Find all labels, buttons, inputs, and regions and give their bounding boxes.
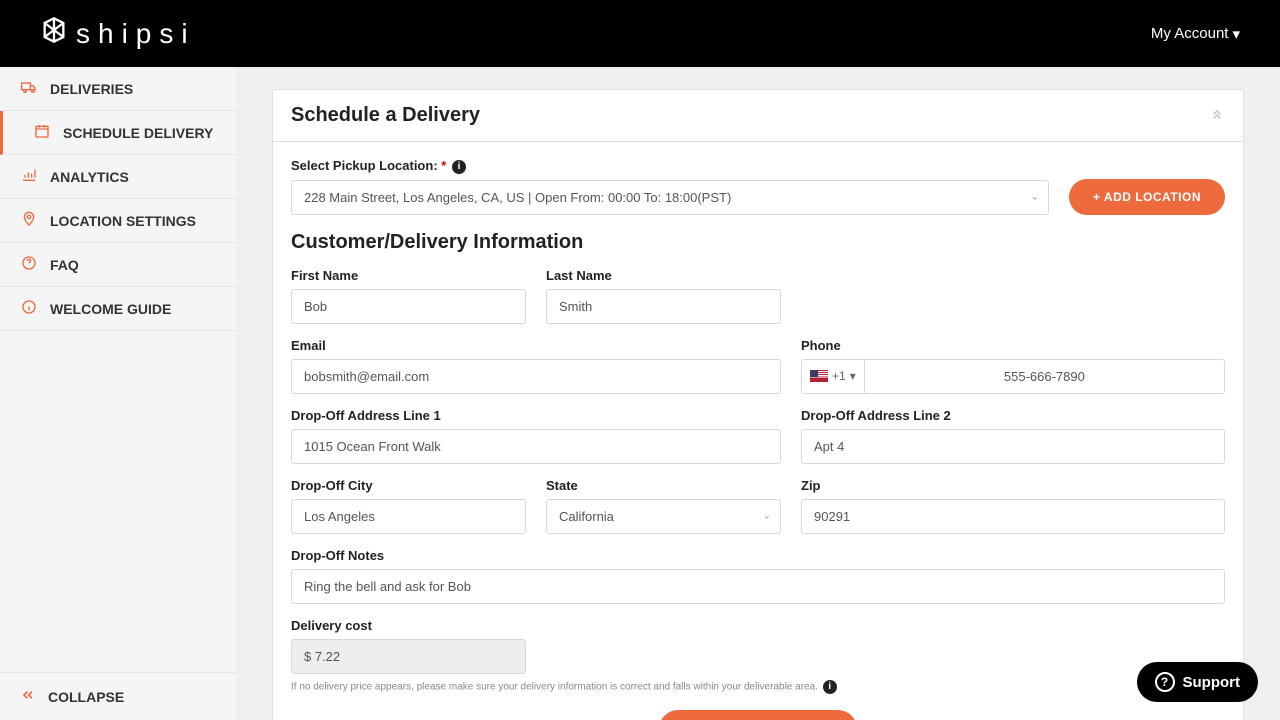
sidebar-item-analytics[interactable]: ANALYTICS bbox=[0, 155, 236, 199]
cost-label: Delivery cost bbox=[291, 618, 526, 633]
notes-label: Drop-Off Notes bbox=[291, 548, 1225, 563]
question-icon bbox=[20, 255, 38, 274]
email-input[interactable] bbox=[291, 359, 781, 394]
last-name-label: Last Name bbox=[546, 268, 781, 283]
sidebar-item-label: WELCOME GUIDE bbox=[50, 301, 171, 317]
sidebar-item-faq[interactable]: FAQ bbox=[0, 243, 236, 287]
cost-display bbox=[291, 639, 526, 674]
calendar-icon bbox=[33, 123, 51, 142]
support-icon: ? bbox=[1155, 672, 1175, 692]
address2-label: Drop-Off Address Line 2 bbox=[801, 408, 1225, 423]
required-asterisk: * bbox=[441, 158, 446, 173]
address1-label: Drop-Off Address Line 1 bbox=[291, 408, 781, 423]
pickup-location-select[interactable] bbox=[291, 180, 1049, 215]
zip-label: Zip bbox=[801, 478, 1225, 493]
truck-icon bbox=[20, 79, 38, 98]
pin-icon bbox=[20, 211, 38, 230]
add-location-button[interactable]: + ADD LOCATION bbox=[1069, 179, 1225, 215]
card-header: Schedule a Delivery bbox=[273, 90, 1243, 142]
logo: shipsi bbox=[40, 16, 196, 51]
notes-input[interactable] bbox=[291, 569, 1225, 604]
schedule-delivery-button[interactable]: SCHEDULE DELIVERY bbox=[659, 710, 856, 720]
logo-text: shipsi bbox=[76, 18, 196, 50]
info-icon[interactable]: i bbox=[452, 160, 466, 174]
support-label: Support bbox=[1183, 674, 1241, 691]
chart-icon bbox=[20, 167, 38, 186]
cost-hint: If no delivery price appears, please mak… bbox=[291, 680, 1225, 695]
schedule-card: Schedule a Delivery Select Pickup Locati… bbox=[272, 89, 1244, 720]
sidebar-item-welcome-guide[interactable]: WELCOME GUIDE bbox=[0, 287, 236, 331]
sidebar-item-label: LOCATION SETTINGS bbox=[50, 213, 196, 229]
support-button[interactable]: ? Support bbox=[1137, 662, 1259, 702]
phone-prefix-text: +1 bbox=[832, 369, 846, 383]
pickup-location-label: Select Pickup Location: * i bbox=[291, 158, 1049, 174]
first-name-label: First Name bbox=[291, 268, 526, 283]
main-content: Schedule a Delivery Select Pickup Locati… bbox=[236, 67, 1280, 720]
address1-input[interactable] bbox=[291, 429, 781, 464]
first-name-input[interactable] bbox=[291, 289, 526, 324]
collapse-sidebar-button[interactable]: COLLAPSE bbox=[0, 672, 236, 720]
sidebar-item-location-settings[interactable]: LOCATION SETTINGS bbox=[0, 199, 236, 243]
us-flag-icon bbox=[810, 370, 828, 382]
chevrons-left-icon bbox=[20, 687, 36, 706]
city-input[interactable] bbox=[291, 499, 526, 534]
phone-field: +1 ▾ bbox=[801, 359, 1225, 394]
state-label: State bbox=[546, 478, 781, 493]
address2-input[interactable] bbox=[801, 429, 1225, 464]
sidebar-item-schedule-delivery[interactable]: SCHEDULE DELIVERY bbox=[0, 111, 236, 155]
zip-input[interactable] bbox=[801, 499, 1225, 534]
caret-down-icon: ▾ bbox=[1232, 25, 1240, 43]
state-select[interactable] bbox=[546, 499, 781, 534]
email-label: Email bbox=[291, 338, 781, 353]
sidebar-item-deliveries[interactable]: DELIVERIES bbox=[0, 67, 236, 111]
logo-icon bbox=[40, 16, 68, 51]
customer-info-heading: Customer/Delivery Information bbox=[291, 231, 1225, 254]
collapse-label: COLLAPSE bbox=[48, 689, 124, 705]
my-account-dropdown[interactable]: My Account ▾ bbox=[1151, 25, 1240, 43]
last-name-input[interactable] bbox=[546, 289, 781, 324]
caret-down-icon: ▾ bbox=[850, 369, 856, 383]
city-label: Drop-Off City bbox=[291, 478, 526, 493]
top-header: shipsi My Account ▾ bbox=[0, 0, 1280, 67]
my-account-label: My Account bbox=[1151, 25, 1229, 42]
sidebar-item-label: DELIVERIES bbox=[50, 81, 133, 97]
phone-label: Phone bbox=[801, 338, 1225, 353]
sidebar-item-label: ANALYTICS bbox=[50, 169, 129, 185]
sidebar-item-label: SCHEDULE DELIVERY bbox=[63, 125, 213, 141]
phone-input[interactable] bbox=[865, 360, 1224, 393]
sidebar: DELIVERIES SCHEDULE DELIVERY ANALYTICS L… bbox=[0, 67, 236, 720]
phone-country-selector[interactable]: +1 ▾ bbox=[802, 360, 865, 393]
sidebar-item-label: FAQ bbox=[50, 257, 79, 273]
chevrons-up-icon[interactable] bbox=[1209, 105, 1225, 126]
card-title: Schedule a Delivery bbox=[291, 104, 480, 127]
info-icon[interactable]: i bbox=[823, 680, 837, 694]
info-icon bbox=[20, 299, 38, 318]
